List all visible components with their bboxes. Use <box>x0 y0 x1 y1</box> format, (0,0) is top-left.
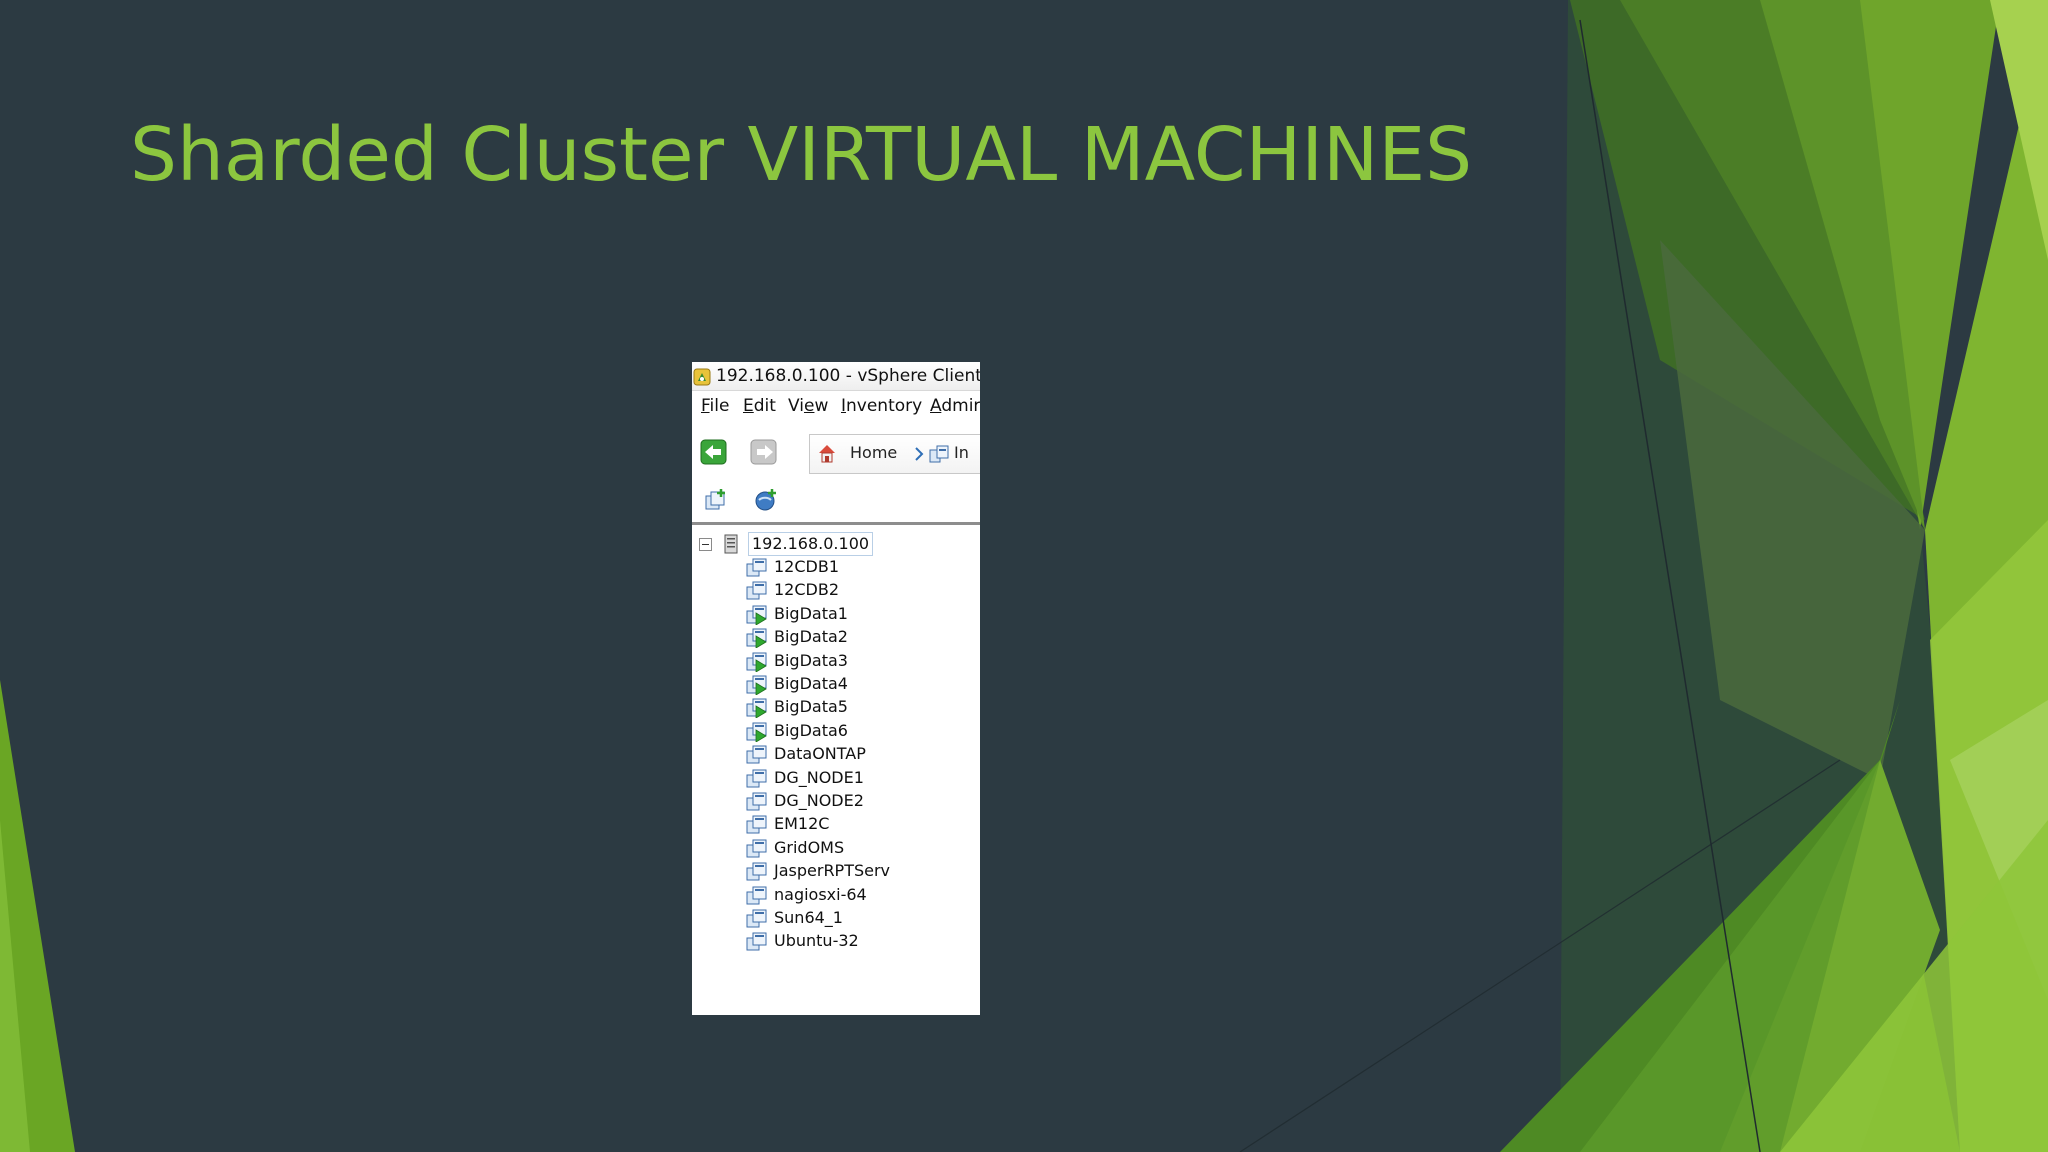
menu-inventory-rest: nventory <box>846 396 923 416</box>
vm-name: BigData1 <box>774 603 848 623</box>
menu-view[interactable]: View <box>788 396 828 416</box>
inventory-tree: 192.168.0.100 12CDB1 12CDB2 BigData1 BigDat… <box>692 525 980 1015</box>
slide-title: Sharded Cluster VIRTUAL MACHINES <box>130 112 1473 198</box>
vm-name: Sun64_1 <box>774 908 843 927</box>
vm-tree-item[interactable]: BigData2 <box>746 626 966 649</box>
new-vm-icon[interactable] <box>704 488 728 512</box>
menu-view-accel: e <box>803 396 815 416</box>
back-arrow-icon[interactable] <box>699 437 729 467</box>
vm-tree-item[interactable]: EM12C <box>746 813 966 836</box>
breadcrumb: Home In <box>809 434 980 474</box>
vsphere-client-icon <box>693 368 711 386</box>
breadcrumb-inventory[interactable]: In <box>954 443 969 462</box>
menu-bar: File Edit View Inventory Admir <box>692 396 980 422</box>
vm-icon <box>746 581 767 600</box>
window-titlebar[interactable]: 192.168.0.100 - vSphere Client <box>692 362 980 391</box>
host-server-icon <box>724 534 738 554</box>
vm-icon <box>746 886 767 905</box>
vm-name: DG_NODE1 <box>774 767 864 787</box>
host-node-label[interactable]: 192.168.0.100 <box>748 532 874 556</box>
vm-name: BigData4 <box>774 674 848 693</box>
vm-icon <box>746 792 767 811</box>
menu-inventory[interactable]: Inventory <box>841 396 922 416</box>
vm-icon <box>746 932 767 951</box>
menu-file[interactable]: File <box>701 396 729 416</box>
add-host-icon[interactable] <box>754 488 778 512</box>
vm-name: JasperRPTServ <box>774 861 891 881</box>
breadcrumb-home[interactable]: Home <box>850 443 897 462</box>
vm-powered-on-icon <box>746 722 767 742</box>
vm-tree-item[interactable]: DG_NODE2 <box>746 790 966 813</box>
menu-file-accel: F <box>701 396 710 416</box>
vm-tree-item[interactable]: Ubuntu-32 <box>746 930 966 953</box>
vm-name: 12CDB1 <box>774 557 840 576</box>
menu-view-pre: Vi <box>788 396 804 416</box>
vm-tree-item[interactable]: BigData5 <box>746 696 966 719</box>
vm-name: EM12C <box>774 814 830 834</box>
vm-name: DG_NODE2 <box>774 791 864 810</box>
menu-edit[interactable]: Edit <box>743 396 776 416</box>
collapse-toggle[interactable] <box>699 538 712 551</box>
vm-name: BigData6 <box>774 720 848 740</box>
vm-icon <box>746 909 767 928</box>
vm-icon <box>746 862 767 881</box>
vm-name: BigData5 <box>774 697 848 717</box>
vsphere-client-window: 192.168.0.100 - vSphere Client File Edit… <box>692 362 980 1015</box>
vm-name: GridOMS <box>774 837 845 857</box>
chevron-right-icon <box>915 447 924 461</box>
inventory-icon <box>929 445 949 463</box>
vm-powered-on-icon <box>746 675 767 695</box>
vm-tree-item[interactable]: 12CDB1 <box>746 556 966 579</box>
vm-tree-item[interactable]: 12CDB2 <box>746 579 966 602</box>
action-toolbar <box>692 480 980 520</box>
vm-tree-item[interactable]: BigData3 <box>746 650 966 673</box>
forward-arrow-icon[interactable] <box>749 437 779 467</box>
menu-view-rest: w <box>814 396 829 416</box>
vm-tree-item[interactable]: Sun64_1 <box>746 907 966 930</box>
window-title: 192.168.0.100 - vSphere Client <box>716 366 980 386</box>
vm-tree-item[interactable]: DataONTAP <box>746 743 966 766</box>
vm-powered-on-icon <box>746 698 767 719</box>
vm-name: BigData3 <box>774 650 848 670</box>
menu-administration[interactable]: Admir <box>930 396 980 416</box>
vm-name: BigData2 <box>774 627 848 647</box>
vm-icon <box>746 769 767 788</box>
menu-edit-accel: E <box>743 396 754 416</box>
vm-icon <box>746 558 767 577</box>
vm-name: nagiosxi-64 <box>774 884 867 904</box>
vm-tree-item[interactable]: BigData1 <box>746 603 966 626</box>
menu-edit-rest: dit <box>753 396 776 416</box>
menu-admin-rest: dmir <box>941 396 980 416</box>
vm-tree-item[interactable]: GridOMS <box>746 837 966 860</box>
vm-powered-on-icon <box>746 605 767 625</box>
vm-name: Ubuntu-32 <box>774 931 859 951</box>
vm-tree-item[interactable]: BigData6 <box>746 720 966 743</box>
vm-name: 12CDB2 <box>774 580 840 600</box>
home-icon[interactable] <box>816 442 838 464</box>
slide: Sharded Cluster VIRTUAL MACHINES 192.168… <box>0 0 2048 1152</box>
vm-powered-on-icon <box>746 652 767 672</box>
vm-tree-item[interactable]: BigData4 <box>746 673 966 696</box>
vm-icon <box>746 815 767 834</box>
vm-powered-on-icon <box>746 628 767 649</box>
vm-icon <box>746 745 767 764</box>
vm-name: DataONTAP <box>774 744 866 764</box>
menu-admin-accel: A <box>930 396 942 416</box>
vm-tree-item[interactable]: nagiosxi-64 <box>746 884 966 907</box>
menu-file-rest: ile <box>709 396 730 416</box>
vm-tree-item[interactable]: DG_NODE1 <box>746 767 966 790</box>
vm-icon <box>746 839 767 858</box>
vm-tree-item[interactable]: JasperRPTServ <box>746 860 966 883</box>
